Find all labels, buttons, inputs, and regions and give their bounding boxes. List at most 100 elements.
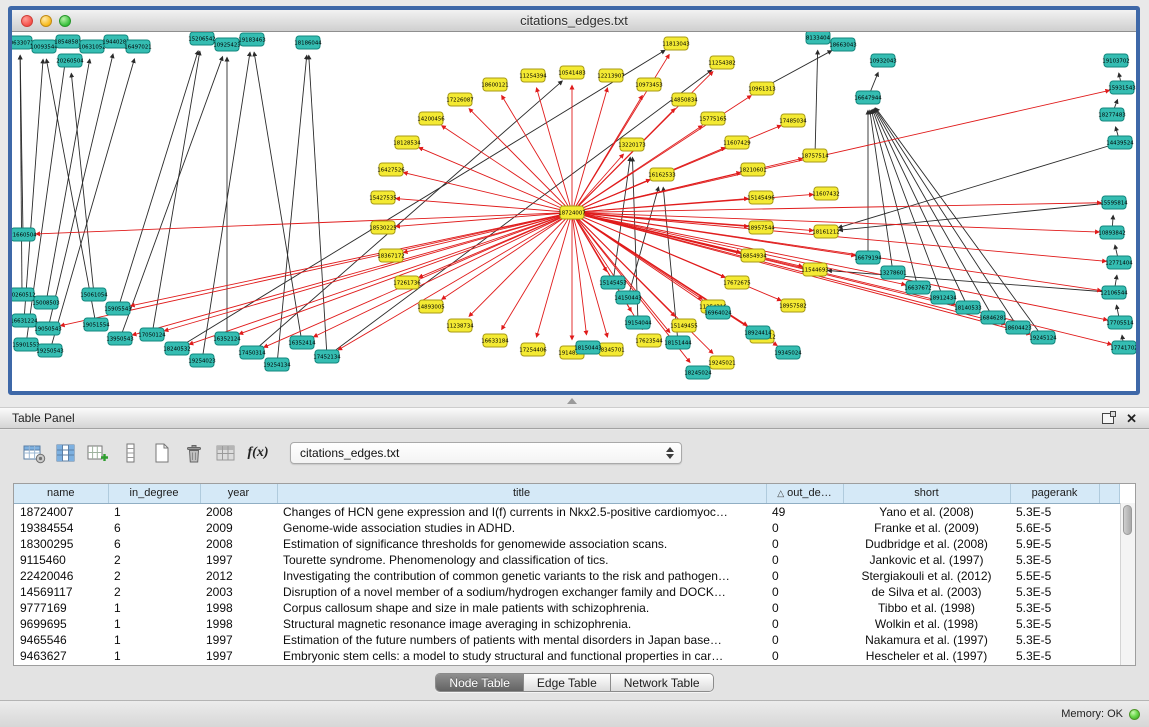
column-header-title[interactable]: title (277, 484, 766, 503)
graph-node[interactable]: 19245021 (708, 356, 735, 369)
graph-node[interactable]: 18530225 (369, 221, 396, 234)
minimize-button[interactable] (40, 15, 52, 27)
graph-node[interactable]: 17452134 (313, 350, 341, 363)
graph-edge[interactable] (118, 51, 198, 309)
graph-node[interactable]: 19250543 (36, 344, 63, 357)
graph-edge[interactable] (572, 203, 1101, 213)
graph-node[interactable]: 18367172 (377, 249, 404, 262)
graph-node[interactable]: 16352124 (213, 332, 241, 345)
graph-node[interactable]: 18663043 (829, 38, 856, 51)
graph-node[interactable]: 14439524 (1106, 136, 1134, 149)
import-table-button[interactable] (212, 440, 240, 466)
column-header-year[interactable]: year (200, 484, 277, 503)
graph-node[interactable]: 11254382 (708, 56, 735, 69)
graph-node[interactable]: 19245124 (1029, 331, 1057, 344)
graph-node[interactable]: 16497021 (124, 40, 151, 53)
graph-node[interactable]: 14200456 (417, 112, 445, 125)
graph-node[interactable]: 15931543 (1108, 81, 1135, 94)
graph-node[interactable]: 15595814 (1100, 196, 1128, 209)
graph-node[interactable]: 17450314 (238, 346, 266, 359)
network-canvas[interactable]: 1872400710541483122139071097345314850834… (12, 32, 1136, 391)
graph-node[interactable]: 16964024 (704, 306, 732, 319)
graph-node[interactable]: 17623544 (635, 334, 663, 347)
graph-node[interactable]: 16846281 (979, 311, 1006, 324)
graph-node[interactable]: 8133404 (806, 32, 831, 44)
graph-node[interactable]: 13950543 (106, 332, 133, 345)
graph-node[interactable]: 11813043 (662, 37, 689, 50)
graph-node[interactable]: 10541483 (558, 66, 585, 79)
graph-edge[interactable] (572, 213, 1101, 291)
graph-node[interactable]: 18757514 (801, 149, 829, 162)
delete-button[interactable] (180, 440, 208, 466)
close-panel-icon[interactable]: ✕ (1126, 412, 1137, 425)
table-row[interactable]: 977716911998Corpus callosum shape and si… (14, 600, 1120, 616)
graph-node[interactable]: 15008503 (32, 296, 59, 309)
graph-node[interactable]: 11607429 (723, 136, 751, 149)
graph-node[interactable]: 19051554 (82, 318, 110, 331)
graph-node[interactable]: 18240532 (163, 342, 190, 355)
network-canvas-container[interactable]: 1872400710541483122139071097345314850834… (12, 32, 1136, 391)
graph-node[interactable]: 17050124 (138, 328, 166, 341)
graph-node[interactable]: 18912434 (929, 291, 957, 304)
graph-node[interactable]: 20260512 (12, 288, 36, 301)
graph-edge[interactable] (396, 199, 572, 213)
graph-node[interactable]: 10973453 (635, 78, 662, 91)
graph-node[interactable]: 10925423 (213, 38, 240, 51)
table-row[interactable]: 1872400712008Changes of HCN gene express… (14, 503, 1120, 520)
graph-node[interactable]: 11607432 (812, 187, 839, 200)
graph-node[interactable]: 17254406 (519, 343, 547, 356)
new-file-button[interactable] (148, 440, 176, 466)
graph-node[interactable]: 17741702 (1110, 341, 1136, 354)
zoom-button[interactable] (59, 15, 71, 27)
graph-node[interactable]: 16679194 (854, 251, 882, 264)
column-header-out_de[interactable]: △out_de… (766, 484, 843, 503)
graph-node[interactable]: 18151444 (664, 336, 692, 349)
graph-edge[interactable] (24, 59, 43, 320)
table-row[interactable]: 1938455462009Genome-wide association stu… (14, 520, 1120, 536)
graph-node[interactable]: 18924414 (744, 326, 772, 339)
graph-node[interactable]: 18210601 (739, 163, 766, 176)
graph-node[interactable]: 18277483 (1098, 108, 1125, 121)
graph-edge[interactable] (572, 90, 1109, 212)
table-scrollbar[interactable] (1120, 503, 1135, 665)
graph-node[interactable]: 16637672 (904, 281, 931, 294)
graph-node[interactable]: 18957582 (779, 299, 806, 312)
graph-node[interactable]: 18245024 (684, 366, 712, 379)
graph-node[interactable]: 12213907 (597, 69, 624, 82)
graph-node[interactable]: 11544693 (801, 263, 828, 276)
graph-edge[interactable] (314, 213, 572, 337)
graph-node[interactable]: 11238734 (446, 319, 474, 332)
graph-edge[interactable] (152, 51, 200, 334)
splitter-handle[interactable] (567, 398, 577, 404)
graph-node[interactable]: 16854934 (739, 249, 767, 262)
graph-edge[interactable] (815, 50, 818, 155)
column-header-short[interactable]: short (843, 484, 1010, 503)
graph-node[interactable]: 21660504 (12, 228, 37, 241)
scrollbar-thumb[interactable] (1123, 505, 1132, 535)
graph-node[interactable]: 16162533 (648, 168, 675, 181)
graph-node[interactable]: 19183463 (238, 33, 265, 46)
graph-node[interactable]: 20260504 (56, 54, 84, 67)
new-column-button[interactable] (84, 440, 112, 466)
graph-node[interactable]: 17672675 (723, 276, 750, 289)
graph-node[interactable]: 10893842 (1098, 226, 1125, 239)
graph-node[interactable]: 19154044 (624, 316, 652, 329)
graph-node[interactable]: 17485034 (779, 114, 807, 127)
table-mode-button[interactable] (20, 440, 48, 466)
graph-node[interactable]: 18161212 (812, 225, 839, 238)
graph-node[interactable]: 16647944 (854, 91, 882, 104)
table-row[interactable]: 2242004622012Investigating the contribut… (14, 568, 1120, 584)
graph-node[interactable]: 13220173 (618, 138, 645, 151)
graph-edge[interactable] (164, 213, 572, 331)
graph-edge[interactable] (442, 213, 572, 300)
graph-node[interactable]: 15149455 (670, 319, 697, 332)
graph-node[interactable]: 18186044 (294, 36, 322, 49)
graph-node[interactable]: 18604423 (1004, 321, 1031, 334)
graph-node[interactable]: 18150443 (574, 341, 601, 354)
graph-edge[interactable] (133, 213, 572, 336)
show-columns-button[interactable] (52, 440, 80, 466)
table-row[interactable]: 1456911722003Disruption of a novel membe… (14, 584, 1120, 600)
column-header-name[interactable]: name (14, 484, 108, 503)
graph-edge[interactable] (537, 213, 572, 337)
graph-edge[interactable] (131, 213, 572, 306)
